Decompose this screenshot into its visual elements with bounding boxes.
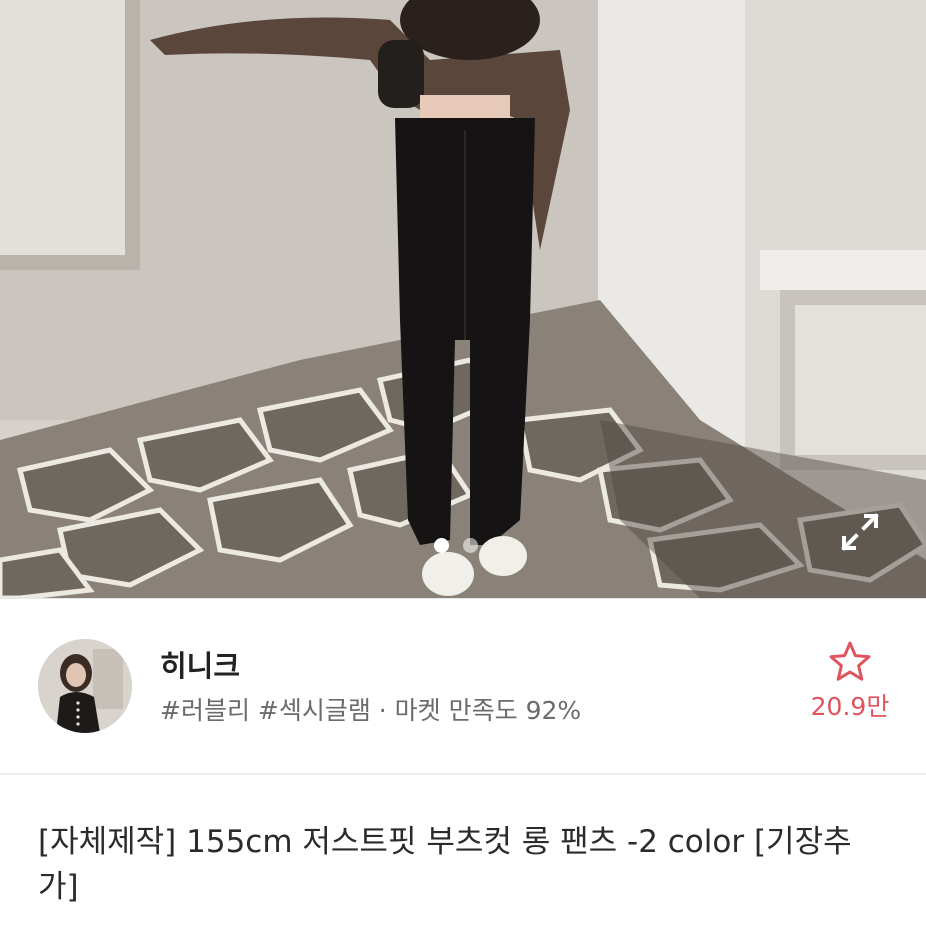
shop-avatar[interactable] — [38, 639, 132, 733]
divider — [0, 773, 926, 775]
product-photo — [0, 0, 926, 598]
product-title: [자체제작] 155cm 저스트핏 부츠컷 롱 팬츠 -2 color [기장추… — [38, 824, 852, 905]
carousel-dot-active[interactable] — [434, 538, 449, 553]
carousel-dot[interactable] — [463, 538, 478, 553]
carousel-dots — [434, 538, 478, 553]
shop-info: 히니크 #러블리 #섹시글램 · 마켓 만족도 92% 20.9만 — [0, 599, 926, 773]
shop-name[interactable]: 히니크 — [160, 643, 240, 685]
favorite-button[interactable]: 20.9만 — [800, 641, 900, 741]
star-outline-icon — [829, 641, 871, 681]
expand-icon[interactable] — [838, 510, 882, 554]
favorite-count: 20.9만 — [810, 692, 890, 721]
product-image-carousel[interactable] — [0, 0, 926, 598]
shop-tags: #러블리 #섹시글램 · 마켓 만족도 92% — [160, 696, 582, 725]
